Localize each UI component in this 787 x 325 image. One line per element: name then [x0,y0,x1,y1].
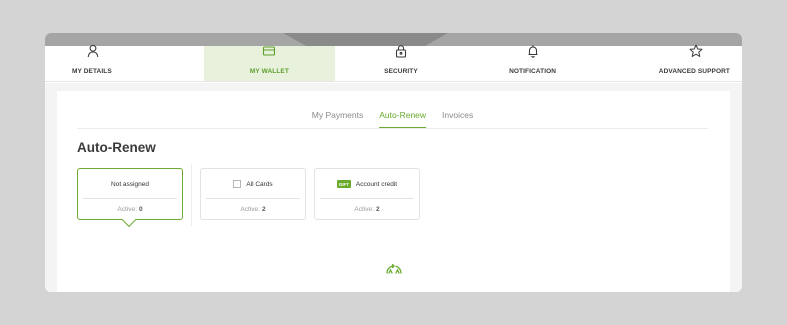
top-bar-notch [283,33,448,46]
user-icon [72,44,100,63]
nav-label: MY WALLET [249,68,289,75]
loading-spinner-icon [383,261,405,283]
gift-card-icon: GIFT [336,180,351,188]
nav-item-my-wallet[interactable]: MY WALLET [203,44,336,81]
active-label: Active: [117,205,137,213]
option-title: Account credit [355,180,398,188]
option-active-row: Active: 2 [315,199,419,219]
account-window: MY DETAILS MY WALLET SECURITY NOTIFICATI… [45,33,742,292]
option-not-assigned[interactable]: Not assigned Active: 0 [77,168,183,228]
option-title-row: Not assigned [78,169,182,199]
option-all-cards[interactable]: All Cards Active: 2 [200,168,306,220]
wallet-panel: My Payments Auto-Renew Invoices Auto-Ren… [57,91,730,292]
nav-item-my-details[interactable]: MY DETAILS [45,44,204,81]
tab-auto-renew[interactable]: Auto-Renew [379,109,427,128]
tab-my-payments[interactable]: My Payments [312,109,364,128]
active-label: Active: [354,205,374,213]
checkbox-icon[interactable] [233,180,242,188]
star-icon [689,44,730,63]
option-title: All Cards [246,180,273,188]
bell-icon [526,44,540,63]
option-account-credit[interactable]: GIFT Account credit Active: 2 [314,168,420,220]
option-active-row: Active: 2 [201,199,305,219]
nav-item-advanced-support[interactable]: ADVANCED SUPPORT [598,44,742,81]
nav-item-notification[interactable]: NOTIFICATION [467,44,599,81]
option-title-row: GIFT Account credit [315,169,419,199]
nav-label: SECURITY [384,68,418,75]
option-title: Not assigned [111,180,149,188]
account-nav: MY DETAILS MY WALLET SECURITY NOTIFICATI… [45,44,742,82]
active-count: 2 [261,205,266,213]
page-title: Auto-Renew [77,140,156,155]
nav-label: ADVANCED SUPPORT [658,68,730,75]
nav-label: MY DETAILS [72,68,112,75]
lock-icon [394,44,408,63]
wallet-icon [262,44,276,63]
active-label: Active: [240,205,260,213]
option-title-row: All Cards [201,169,305,199]
active-count: 0 [138,205,143,213]
nav-item-security[interactable]: SECURITY [335,44,467,81]
options-divider [191,164,192,226]
nav-label: NOTIFICATION [509,68,557,75]
active-count: 2 [375,205,380,213]
wallet-subtabs: My Payments Auto-Renew Invoices [77,109,708,129]
tab-invoices[interactable]: Invoices [442,109,473,128]
